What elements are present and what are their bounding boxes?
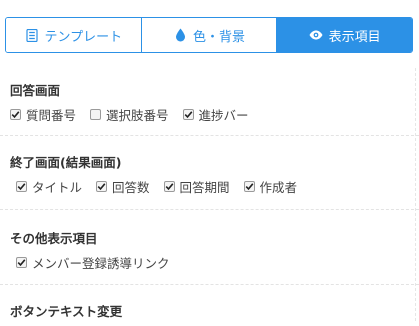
option-label: 回答期間 [179,180,230,195]
option-label: 質問番号 [26,108,77,123]
other-items-section: その他表示項目 メンバー登録誘導リンク [10,228,419,272]
checkbox[interactable] [10,109,21,120]
section-title: 回答画面 [10,83,61,98]
option-label: 作成者 [259,180,298,195]
tab-color-background-label: 色・背景 [193,29,246,45]
button-text-section: ボタンテキスト変更 [10,301,419,326]
checkbox[interactable] [96,181,108,192]
droplet-icon [173,28,187,42]
checkbox[interactable] [182,109,194,120]
option-title[interactable]: タイトル [16,177,82,196]
option-question-number[interactable]: 質問番号 [10,105,76,124]
section-divider [0,135,419,136]
option-label: 進捗バー [198,108,249,123]
option-member-registration-link[interactable]: メンバー登録誘導リンク [16,253,170,272]
document-list-icon [25,28,39,42]
eye-icon [309,28,323,42]
end-screen-section: 終了画面(結果画面) タイトル 回答数 回答期間 作成者 [10,152,419,196]
tab-display-items-label: 表示項目 [328,29,381,45]
checkbox[interactable] [16,257,27,268]
tab-display-items[interactable]: 表示項目 [276,18,412,52]
section-title: 終了画面(結果画面) [10,155,122,170]
option-label: タイトル [32,180,83,195]
section-divider [0,209,419,210]
section-title: その他表示項目 [10,231,98,246]
option-label: メンバー登録誘導リンク [32,256,170,271]
checkbox[interactable] [163,181,175,192]
option-label: 回答数 [112,180,150,195]
option-answer-period[interactable]: 回答期間 [163,177,230,196]
checkbox[interactable] [90,109,102,120]
section-title: ボタンテキスト変更 [10,304,123,319]
option-answer-count[interactable]: 回答数 [96,177,150,196]
tab-template[interactable]: テンプレート [6,18,141,52]
answer-screen-section: 回答画面 質問番号 選択肢番号 進捗バー [10,80,419,124]
section-divider [0,284,419,285]
checkbox[interactable] [16,181,27,192]
option-choice-number[interactable]: 選択肢番号 [90,105,169,124]
option-progress-bar[interactable]: 進捗バー [182,105,249,124]
option-label: 選択肢番号 [106,108,169,123]
option-author[interactable]: 作成者 [243,177,298,196]
tab-template-label: テンプレート [44,29,123,45]
settings-tabs: テンプレート 色・背景 表示項目 [5,17,413,53]
checkbox[interactable] [243,181,255,192]
tab-color-background[interactable]: 色・背景 [140,18,277,52]
